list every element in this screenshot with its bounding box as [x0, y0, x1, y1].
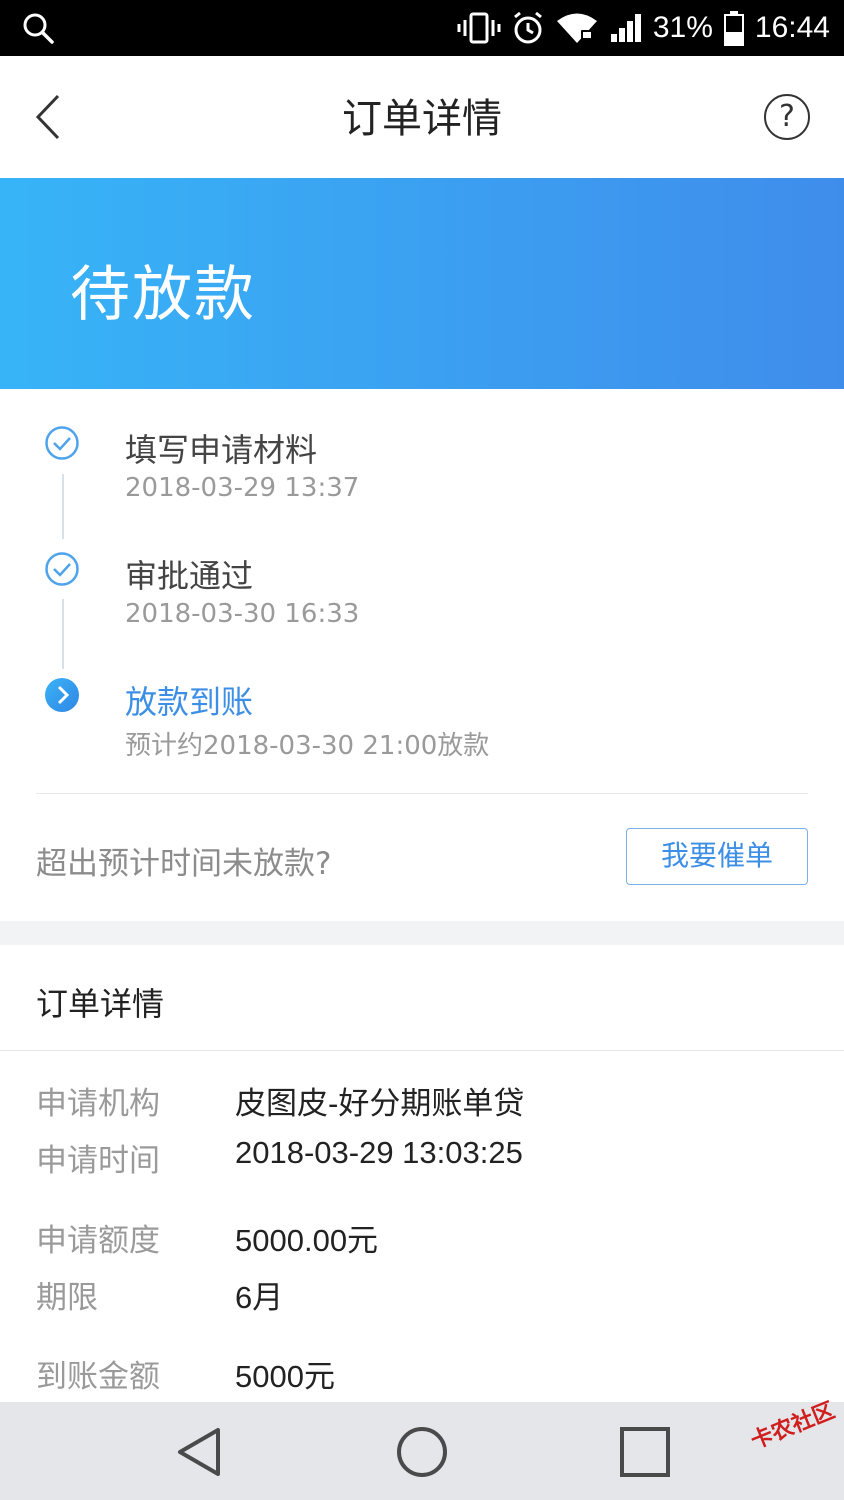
urge-order-button[interactable]: 我要催单: [626, 828, 808, 885]
timeline-connector: [62, 599, 64, 669]
check-circle-icon: [45, 552, 79, 586]
timeline-step-time: 2018-03-29 13:37: [125, 473, 360, 503]
nav-home-icon[interactable]: [392, 1422, 452, 1482]
order-status: 待放款: [70, 260, 256, 330]
detail-label: 申请额度: [36, 1223, 160, 1259]
divider: [0, 1050, 844, 1051]
battery-icon: [723, 11, 744, 46]
timeline-step-title: 放款到账: [125, 683, 254, 721]
detail-label: 申请时间: [36, 1143, 160, 1179]
order-details-title: 订单详情: [36, 985, 165, 1023]
app-header: 订单详情 ?: [0, 56, 844, 178]
nav-recents-icon[interactable]: [615, 1422, 675, 1482]
divider: [36, 793, 808, 794]
progress-timeline: 填写申请材料 2018-03-29 13:37 审批通过 2018-03-30 …: [0, 389, 844, 794]
check-circle-icon: [45, 426, 79, 460]
wifi-icon: [556, 13, 597, 43]
detail-label: 申请机构: [36, 1086, 160, 1122]
section-gap: [0, 921, 844, 945]
nav-back-icon[interactable]: [170, 1422, 230, 1482]
status-bar: 31% 16:44: [0, 0, 844, 56]
system-nav-bar: [0, 1402, 844, 1500]
timeline-step-title: 填写申请材料: [125, 431, 318, 469]
alarm-icon: [513, 11, 542, 44]
clock: 16:44: [754, 11, 830, 44]
battery-percent: 31%: [652, 11, 713, 44]
detail-value: 6月: [235, 1280, 284, 1315]
detail-label: 期限: [36, 1280, 98, 1316]
search-icon[interactable]: [22, 12, 54, 44]
detail-value: 5000.00元: [235, 1223, 379, 1258]
status-banner: 待放款: [0, 178, 844, 389]
chevron-circle-icon: [45, 678, 79, 712]
detail-value: 2018-03-29 13:03:25: [235, 1135, 523, 1170]
detail-label: 到账金额: [36, 1359, 160, 1395]
timeline-step-title: 审批通过: [125, 557, 254, 595]
page-title: 订单详情: [342, 96, 502, 142]
detail-value: 5000元: [235, 1359, 335, 1394]
help-icon[interactable]: ?: [764, 94, 810, 140]
detail-value: 皮图皮-好分期账单贷: [235, 1086, 525, 1121]
vibrate-icon: [457, 12, 501, 44]
timeline-connector: [62, 474, 64, 539]
urge-question: 超出预计时间未放款?: [36, 846, 332, 882]
timeline-step-time: 2018-03-30 16:33: [125, 599, 360, 629]
timeline-step-time: 预计约2018-03-30 21:00放款: [125, 731, 490, 761]
signal-icon: [610, 14, 641, 42]
